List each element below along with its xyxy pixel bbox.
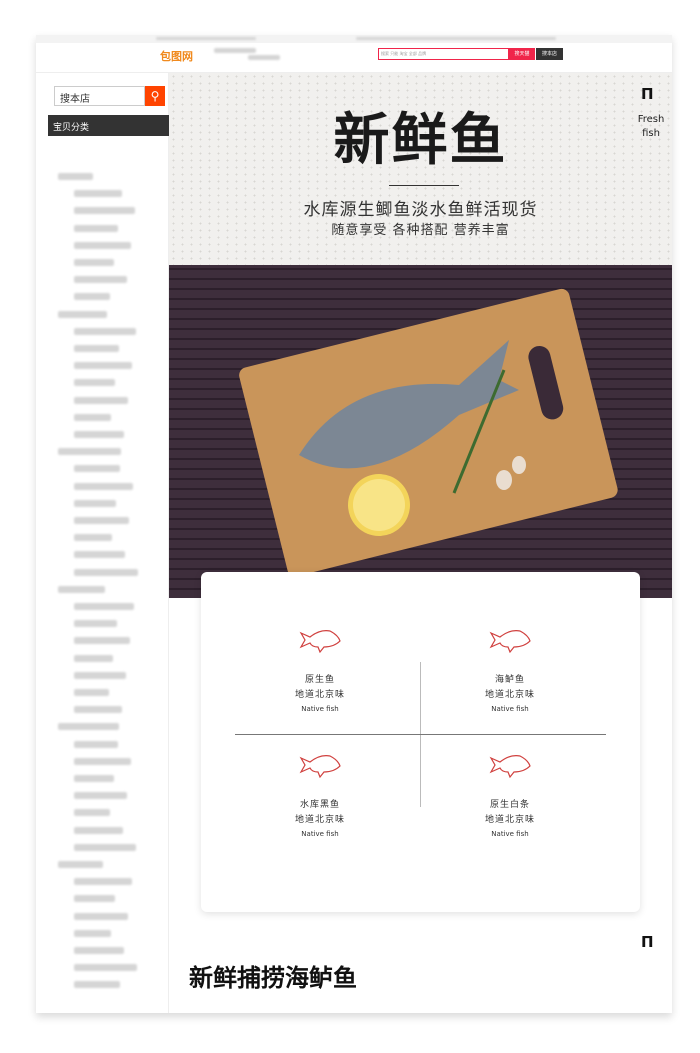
category-item[interactable] <box>74 809 110 817</box>
top-nav <box>36 35 672 43</box>
category-item[interactable] <box>74 276 127 284</box>
category-item[interactable] <box>74 620 117 628</box>
category-item[interactable] <box>74 190 122 198</box>
feature-name: 海鲈鱼 <box>494 675 525 685</box>
brand-mark-icon: П <box>641 85 654 103</box>
category-title: 宝贝分类 <box>48 115 169 136</box>
divider <box>389 185 459 186</box>
page-frame: 包图网 搜索 只能 淘宝 全部 品牌 搜天猫 搜本店 搜本店 ⚲ 宝贝分类 新鲜… <box>36 35 672 1013</box>
search-input[interactable]: 搜索 只能 淘宝 全部 品牌 <box>378 48 509 60</box>
category-item[interactable] <box>74 912 128 920</box>
hero-subtitle: 水库源生鲫鱼淡水鱼鲜活现货 <box>303 200 538 220</box>
fish-text: fish <box>642 128 660 139</box>
site-logo[interactable]: 包图网 <box>160 48 193 64</box>
category-item[interactable] <box>74 396 128 404</box>
category-item[interactable] <box>74 482 133 490</box>
feature-item: 海鲈鱼 地道北京味 Native fish <box>410 627 610 713</box>
category-item[interactable] <box>58 723 119 731</box>
category-item[interactable] <box>74 362 132 370</box>
category-item[interactable] <box>74 431 124 438</box>
feature-desc: 地道北京味 <box>294 815 345 825</box>
category-item[interactable] <box>74 878 132 886</box>
category-item[interactable] <box>74 981 120 989</box>
category-item[interactable] <box>74 964 137 972</box>
fresh-fish-label: Fresh fish <box>631 113 671 141</box>
fish-on-board-image <box>239 288 618 577</box>
category-item[interactable] <box>74 654 113 662</box>
category-item[interactable] <box>74 517 129 524</box>
sidebar: 搜本店 ⚲ 宝贝分类 <box>36 73 169 1013</box>
category-item[interactable] <box>58 861 103 868</box>
category-item[interactable] <box>58 310 107 318</box>
category-item[interactable] <box>74 345 119 352</box>
feature-item: 水库黑鱼 地道北京味 Native fish <box>220 752 420 838</box>
hero-title: 新鲜鱼 <box>333 108 508 173</box>
site-header: 包图网 搜索 只能 淘宝 全部 品牌 搜天猫 搜本店 <box>36 43 672 73</box>
feature-item: 原生鱼 地道北京味 Native fish <box>220 627 420 713</box>
category-item[interactable] <box>74 465 120 473</box>
category-item[interactable] <box>74 792 127 800</box>
feature-en: Native fish <box>301 830 339 838</box>
category-item[interactable] <box>74 379 115 387</box>
section-title: 新鲜捕捞海鲈鱼 <box>189 964 357 992</box>
category-item[interactable] <box>58 173 93 180</box>
category-item[interactable] <box>74 293 110 301</box>
category-item[interactable] <box>74 224 118 232</box>
fresh-text: Fresh <box>637 114 665 125</box>
category-item[interactable] <box>58 448 121 456</box>
feature-en: Native fish <box>491 705 529 713</box>
category-item[interactable] <box>74 947 124 954</box>
feature-en: Native fish <box>491 830 529 838</box>
fish-icon <box>299 755 341 779</box>
category-item[interactable] <box>74 603 134 610</box>
category-item[interactable] <box>74 259 114 266</box>
hero-banner: 新鲜鱼 水库源生鲫鱼淡水鱼鲜活现货 随意享受 各种搭配 营养丰富 П Fresh… <box>169 73 672 265</box>
search-icon[interactable]: ⚲ <box>145 86 165 106</box>
feature-name: 原生白条 <box>489 800 530 810</box>
category-item[interactable] <box>74 757 131 765</box>
category-item[interactable] <box>74 895 115 903</box>
feature-item: 原生白条 地道北京味 Native fish <box>410 752 610 838</box>
fish-photo <box>169 265 672 598</box>
search-tmall-button[interactable]: 搜天猫 <box>509 48 535 60</box>
shop-search-input[interactable]: 搜本店 <box>54 86 145 106</box>
category-item[interactable] <box>74 241 131 249</box>
main-content: 新鲜鱼 水库源生鲫鱼淡水鱼鲜活现货 随意享受 各种搭配 营养丰富 П Fresh… <box>169 73 672 1013</box>
fish-icon <box>299 630 341 654</box>
category-item[interactable] <box>74 775 114 782</box>
features-card: 原生鱼 地道北京味 Native fish 海鲈鱼 地道北京味 Native f… <box>201 572 640 912</box>
feature-name: 水库黑鱼 <box>299 800 340 810</box>
hero-tagline: 随意享受 各种搭配 营养丰富 <box>331 223 510 238</box>
fish-icon <box>489 630 531 654</box>
category-item[interactable] <box>74 929 111 937</box>
feature-desc: 地道北京味 <box>294 690 345 700</box>
brand-mark-icon: П <box>641 933 654 951</box>
category-item[interactable] <box>74 327 136 335</box>
category-item[interactable] <box>74 568 138 576</box>
category-item[interactable] <box>74 499 116 507</box>
category-item[interactable] <box>58 585 105 593</box>
category-item[interactable] <box>74 534 112 542</box>
category-item[interactable] <box>74 740 118 748</box>
search-shop-button[interactable]: 搜本店 <box>536 48 563 60</box>
feature-en: Native fish <box>301 705 339 713</box>
category-item[interactable] <box>74 413 111 421</box>
category-item[interactable] <box>74 637 130 645</box>
category-item[interactable] <box>74 706 122 714</box>
category-item[interactable] <box>74 207 135 215</box>
feature-desc: 地道北京味 <box>484 690 535 700</box>
feature-desc: 地道北京味 <box>484 815 535 825</box>
category-item[interactable] <box>74 689 109 696</box>
fish-icon <box>489 755 531 779</box>
category-item[interactable] <box>74 826 123 834</box>
category-item[interactable] <box>74 551 125 559</box>
feature-name: 原生鱼 <box>304 675 335 685</box>
category-item[interactable] <box>74 671 126 679</box>
category-item[interactable] <box>74 843 136 851</box>
